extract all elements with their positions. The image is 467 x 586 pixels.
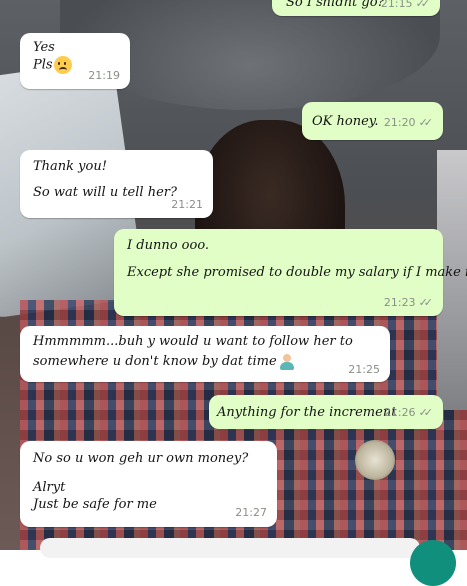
message-bubble-outgoing[interactable]: So I shldnt go? 21:15 ✓✓ bbox=[272, 0, 440, 16]
read-receipt-icon: ✓✓ bbox=[418, 406, 434, 419]
message-text: Pls bbox=[33, 57, 53, 73]
message-time: 21:20 bbox=[383, 116, 416, 129]
message-text: Yes bbox=[33, 40, 55, 55]
message-bubble-outgoing[interactable]: Anything for the increment 21:26 ✓✓ bbox=[209, 395, 443, 429]
shirt-badge bbox=[355, 440, 395, 480]
message-text: I dunno ooo. bbox=[127, 238, 210, 253]
message-time: 21:26 bbox=[383, 406, 416, 419]
disappointed-face-icon bbox=[53, 56, 72, 74]
message-text: Thank you! bbox=[33, 159, 107, 174]
shrug-emoji-icon bbox=[279, 353, 295, 370]
message-bubble-incoming[interactable]: Thank you! So wat will u tell her? 21:21 bbox=[20, 150, 213, 218]
read-receipt-icon: ✓✓ bbox=[418, 116, 434, 129]
send-button[interactable] bbox=[410, 540, 456, 586]
message-time: 21:19 bbox=[88, 69, 120, 82]
message-text: Hmmmmm...buh y would u want to follow he… bbox=[33, 334, 353, 349]
message-time: 21:21 bbox=[171, 198, 203, 211]
message-text: No so u won geh ur own money? bbox=[33, 451, 249, 466]
message-text: Except she promised to double my salary … bbox=[127, 265, 467, 280]
message-text: Just be safe for me bbox=[33, 497, 157, 512]
read-receipt-icon: ✓✓ bbox=[418, 296, 434, 309]
read-receipt-icon: ✓✓ bbox=[415, 0, 431, 10]
message-time: 21:27 bbox=[235, 506, 267, 519]
message-text: somewhere u don't know by dat time bbox=[33, 354, 277, 369]
message-bubble-outgoing[interactable]: I dunno ooo. Except she promised to doub… bbox=[114, 229, 467, 316]
message-time: 21:23 bbox=[383, 296, 416, 309]
message-bubble-outgoing[interactable]: OK honey. 21:20 ✓✓ bbox=[302, 102, 443, 140]
message-input-bar[interactable] bbox=[40, 538, 420, 558]
message-text: Alryt bbox=[33, 480, 66, 495]
message-time: 21:15 bbox=[380, 0, 413, 10]
message-bubble-incoming[interactable]: Hmmmmm...buh y would u want to follow he… bbox=[20, 326, 390, 382]
message-time: 21:25 bbox=[348, 363, 380, 376]
message-bubble-incoming[interactable]: No so u won geh ur own money? Alryt Just… bbox=[20, 441, 277, 527]
message-bubble-incoming[interactable]: Yes Pls 21:19 bbox=[20, 33, 130, 89]
